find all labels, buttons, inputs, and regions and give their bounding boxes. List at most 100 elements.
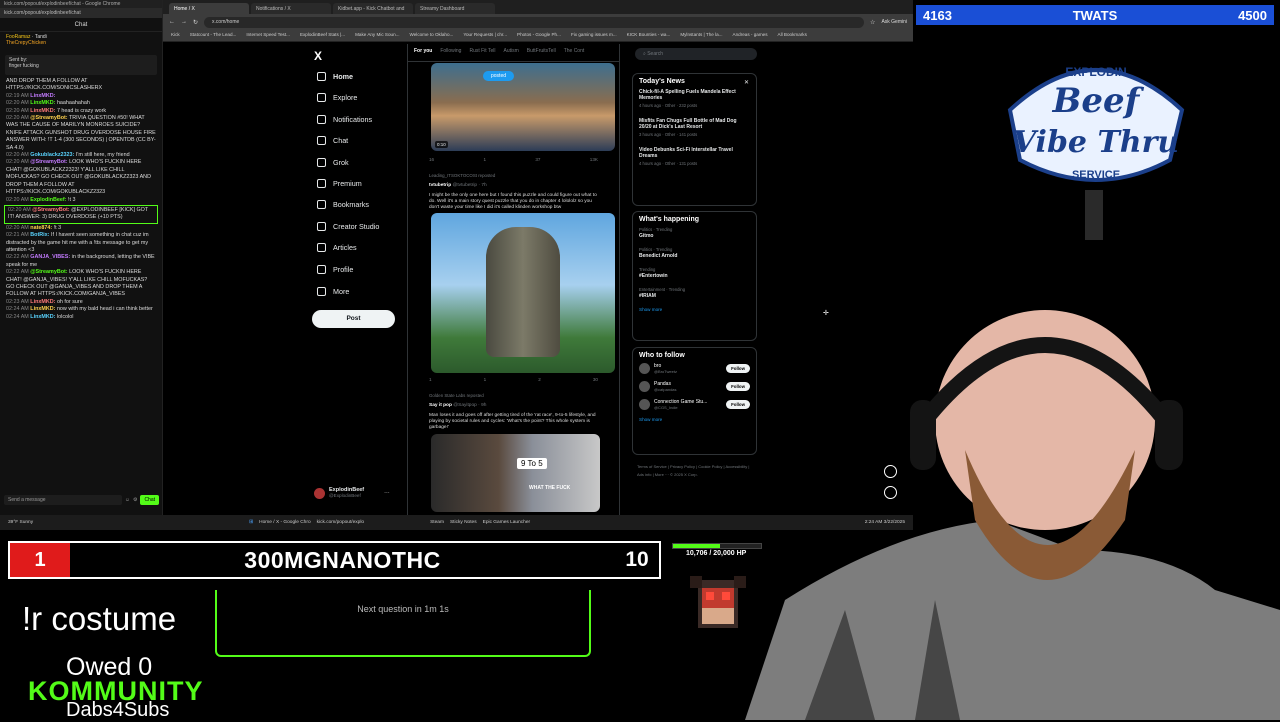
nav-item-bookmarks[interactable]: Bookmarks: [317, 200, 369, 209]
tweet[interactable]: Golden State Labs reposted Say it pop @S…: [407, 391, 620, 433]
news-item[interactable]: Misfits Fan Chugs Full Bottle of Mad Dog…: [639, 118, 750, 138]
show-more-link[interactable]: Show more: [639, 307, 750, 312]
bookmark-item[interactable]: KICK Bounties - wa...: [627, 32, 671, 39]
nav-item-grok[interactable]: Grok: [317, 158, 349, 167]
bookmark-item[interactable]: ExplodinBeef Stats |...: [300, 32, 345, 39]
bookmark-item[interactable]: Statcount - The Lead...: [190, 32, 237, 39]
nav-item-creator-studio[interactable]: Creator Studio: [317, 222, 379, 231]
chat-input[interactable]: Send a message: [4, 495, 122, 505]
close-icon[interactable]: ✕: [744, 79, 749, 86]
follow-suggestion[interactable]: Pandas @catpandas Follow: [639, 381, 750, 392]
reload-icon[interactable]: ↻: [193, 19, 198, 26]
taskbar-app[interactable]: kick.com/popout/explo: [317, 520, 364, 525]
chat-send-button[interactable]: Chat: [140, 495, 159, 505]
chat-username[interactable]: ExplodinBeef:: [30, 197, 66, 203]
back-icon[interactable]: ←: [169, 19, 175, 25]
search-input[interactable]: ⌕ Search: [635, 48, 757, 60]
tweet-author[interactable]: tvtubetrip: [429, 183, 451, 188]
browser-tab[interactable]: Notifications / X: [251, 3, 331, 14]
chat-reply-preview[interactable]: Sent by: finger fucking: [5, 55, 157, 75]
like-count[interactable]: 2: [538, 377, 541, 382]
start-icon[interactable]: ⊞: [249, 520, 253, 525]
footer-links[interactable]: Terms of Service | Privacy Policy | Cook…: [637, 463, 757, 479]
follow-suggestion[interactable]: bro @BroTweetz Follow: [639, 363, 750, 374]
repost-count[interactable]: 1: [483, 157, 486, 162]
trend-item[interactable]: Politics · Trending Benedict Arnold: [639, 247, 750, 259]
feed-tab[interactable]: For you: [414, 48, 432, 57]
tweet[interactable]: Leading_ITSOKTOCOSt reposted tvtubetrip …: [407, 171, 620, 213]
chat-url[interactable]: kick.com/popout/explodinbeef/chat: [0, 8, 162, 18]
star-icon[interactable]: ☆: [870, 19, 875, 26]
chat-username[interactable]: LinxMKD:: [30, 306, 55, 312]
gemini-button[interactable]: Ask Gemini: [881, 19, 907, 25]
chat-username[interactable]: @StreamyBot:: [30, 115, 67, 121]
bookmark-item[interactable]: Fix gaming issues m...: [571, 32, 617, 39]
settings-icon[interactable]: ⚙: [133, 497, 137, 503]
bookmark-item[interactable]: All Bookmarks: [778, 32, 807, 39]
follow-suggestion[interactable]: Connection Game Stu... @CGS_Indie Follow: [639, 399, 750, 410]
chat-username[interactable]: nate874:: [30, 225, 52, 231]
feed-tab[interactable]: ButtFruitsTell: [527, 48, 556, 57]
browser-tab[interactable]: Kidbet.app - Kick Chatbot and: [333, 3, 413, 14]
chat-username[interactable]: @StreamyBot:: [30, 269, 67, 275]
reply-count[interactable]: 16: [429, 157, 434, 162]
feed-tab[interactable]: The Cont: [564, 48, 585, 57]
nav-item-home[interactable]: Home: [317, 72, 353, 81]
post-button[interactable]: Post: [312, 310, 395, 328]
show-more-link[interactable]: Show more: [639, 417, 750, 422]
chat-username[interactable]: LinxMKD:: [30, 93, 55, 99]
bookmark-item[interactable]: Kick: [171, 32, 180, 39]
chat-username[interactable]: LinxMKD:: [30, 314, 55, 320]
nav-item-explore[interactable]: Explore: [317, 93, 357, 102]
feed-tab[interactable]: Rust Fit Tell: [469, 48, 495, 57]
bookmark-item[interactable]: Internet Speed Test...: [246, 32, 290, 39]
reply-count[interactable]: 1: [429, 377, 432, 382]
url-input[interactable]: x.com/home: [204, 16, 865, 28]
trend-item[interactable]: Trending #Entertowin: [639, 267, 750, 279]
trend-item[interactable]: Politics · Trending Gitmo: [639, 227, 750, 239]
like-count[interactable]: 37: [535, 157, 540, 162]
bookmark-item[interactable]: Make Any Mic Soun...: [355, 32, 399, 39]
x-logo[interactable]: X: [314, 49, 322, 63]
weather-widget[interactable]: 39°F Sunny: [8, 520, 33, 525]
nav-item-premium[interactable]: Premium: [317, 179, 362, 188]
chat-username[interactable]: LinxMKD:: [30, 108, 55, 114]
nav-item-profile[interactable]: Profile: [317, 265, 353, 274]
bookmark-item[interactable]: Welcome to Oklaho...: [410, 32, 454, 39]
taskbar-app[interactable]: Steam: [430, 520, 444, 525]
more-icon[interactable]: ···: [384, 490, 390, 496]
nav-item-notifications[interactable]: Notifications: [317, 115, 372, 124]
feed-tab[interactable]: Following: [440, 48, 461, 57]
browser-tab[interactable]: Home / X: [169, 3, 249, 14]
chat-username[interactable]: LinxMKD:: [30, 100, 55, 106]
account-switcher[interactable]: ExplodinBeef @ExplodinBeef ···: [314, 487, 390, 499]
chat-username[interactable]: GANJA_VIBES:: [30, 254, 70, 260]
tweet-image[interactable]: [431, 213, 615, 373]
view-count[interactable]: 13K: [590, 157, 598, 162]
bookmark-item[interactable]: Mylnstants | The la...: [680, 32, 722, 39]
chat-username[interactable]: LinxMKD:: [30, 299, 55, 305]
chat-username[interactable]: @StreamyBot:: [32, 207, 69, 213]
taskbar-app[interactable]: Epic Games Launcher: [483, 520, 530, 525]
news-item[interactable]: Video Debunks Sci-Fi Interstellar Travel…: [639, 147, 750, 167]
taskbar-app[interactable]: Home / X - Google Chro: [259, 520, 310, 525]
view-count[interactable]: 30: [593, 377, 598, 382]
tweet-author[interactable]: Say it pop: [429, 403, 452, 408]
nav-item-chat[interactable]: Chat: [317, 136, 348, 145]
browser-tab[interactable]: Streamy Dashboard: [415, 3, 495, 14]
news-item[interactable]: Chick-fil-A Spelling Fuels Mandela Effec…: [639, 89, 750, 109]
repost-count[interactable]: 1: [484, 377, 487, 382]
nav-item-more[interactable]: More: [317, 287, 349, 296]
trend-item[interactable]: Entertainment · Trending #IRIAM: [639, 287, 750, 299]
taskbar-app[interactable]: Sticky Notes: [450, 520, 477, 525]
tweet-video[interactable]: 9 To 5 WHAT THE FUCK: [431, 434, 600, 512]
emote-icon[interactable]: ☺: [125, 497, 130, 503]
pinned-user[interactable]: TheCrepyChicken: [6, 40, 46, 46]
feed-tab[interactable]: Autism: [504, 48, 519, 57]
forward-icon[interactable]: →: [181, 19, 187, 25]
bookmark-item[interactable]: Your Requests | chr...: [463, 32, 507, 39]
chat-username[interactable]: Gokublackz2323:: [30, 152, 74, 158]
tweet-video[interactable]: posted 0:10: [431, 63, 615, 151]
chat-username[interactable]: BotRix:: [30, 232, 49, 238]
bookmark-item[interactable]: Andreas - games: [733, 32, 768, 39]
